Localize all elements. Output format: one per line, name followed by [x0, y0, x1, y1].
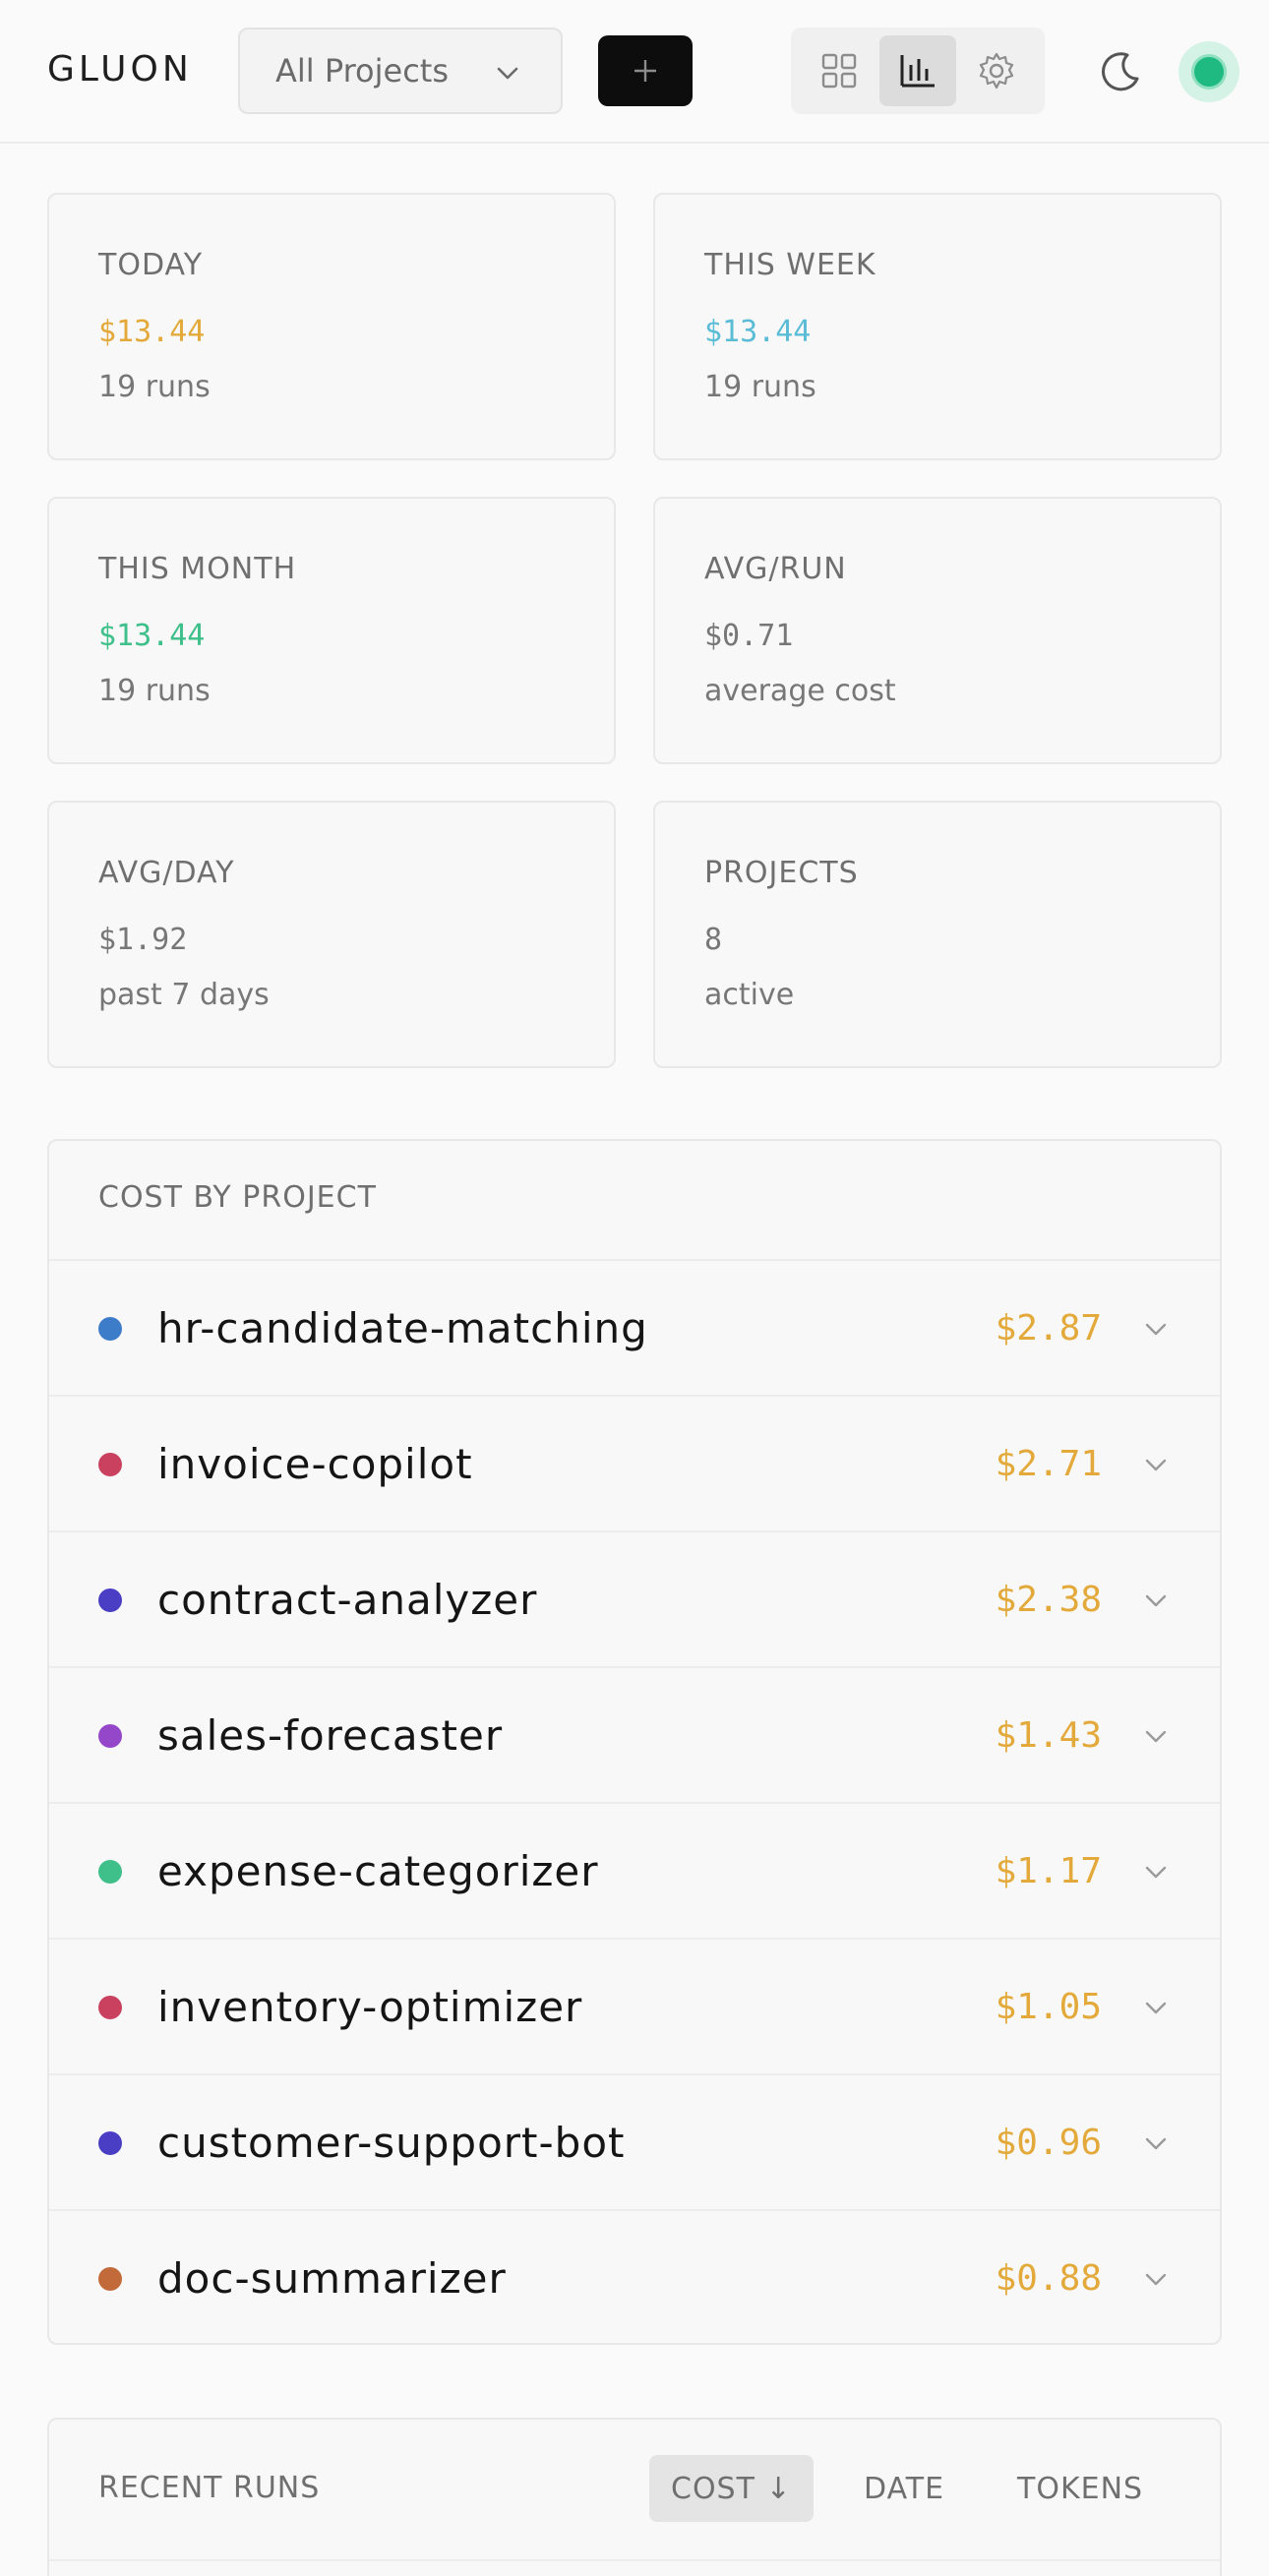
chart-view-button[interactable] [879, 35, 956, 106]
stat-label: THIS WEEK [704, 248, 876, 282]
project-name: sales-forecaster [157, 1711, 504, 1760]
grid-view-button[interactable] [801, 35, 877, 106]
project-row[interactable]: invoice-copilot $2.71 [49, 1395, 1220, 1530]
project-cost: $0.88 [995, 2258, 1102, 2299]
chevron-down-icon[interactable] [1143, 2130, 1169, 2156]
chevron-down-icon [497, 67, 518, 80]
project-cost: $2.71 [995, 1444, 1102, 1484]
panel-title: RECENT RUNS [98, 2471, 321, 2505]
stat-sub: active [704, 978, 795, 1012]
cost-by-project-panel: COST BY PROJECT hr-candidate-matching $2… [47, 1139, 1222, 2345]
project-color-dot [98, 1588, 122, 1612]
gear-icon [979, 52, 1014, 90]
chevron-down-icon[interactable] [1143, 1588, 1169, 1613]
project-cost: $0.96 [995, 2123, 1102, 2163]
view-switcher [791, 28, 1045, 114]
project-name: inventory-optimizer [157, 1983, 583, 2031]
sort-by-cost-button[interactable]: COST ↓ [649, 2455, 814, 2522]
chevron-down-icon[interactable] [1143, 1316, 1169, 1342]
project-row[interactable]: expense-categorizer $1.17 [49, 1802, 1220, 1938]
sort-by-tokens-button[interactable]: TOKENS [996, 2455, 1165, 2522]
stat-value: $1.92 [98, 923, 188, 957]
stat-value: $13.44 [98, 619, 206, 653]
stat-value: 8 [704, 923, 723, 957]
project-cost: $2.87 [995, 1308, 1102, 1348]
chevron-down-icon[interactable] [1143, 1452, 1169, 1477]
stat-value: $13.44 [98, 315, 206, 349]
theme-toggle-button[interactable] [1094, 45, 1147, 98]
stat-sub: past 7 days [98, 978, 270, 1012]
stat-sub: 19 runs [98, 674, 211, 708]
stat-sub: 19 runs [98, 370, 211, 404]
project-name: customer-support-bot [157, 2119, 626, 2167]
project-color-dot [98, 1996, 122, 2019]
project-row[interactable]: sales-forecaster $1.43 [49, 1666, 1220, 1802]
plus-icon [634, 60, 656, 82]
stat-label: PROJECTS [704, 856, 859, 890]
stat-sub: average cost [704, 674, 896, 708]
recent-runs-panel: RECENT RUNS COST ↓ DATE TOKENS [47, 2418, 1222, 2576]
project-cost: $1.17 [995, 1851, 1102, 1891]
project-name: doc-summarizer [157, 2254, 507, 2303]
add-project-button[interactable] [598, 35, 693, 106]
project-selector[interactable]: All Projects [238, 28, 563, 114]
project-name: invoice-copilot [157, 1440, 473, 1488]
project-row[interactable]: contract-analyzer $2.38 [49, 1530, 1220, 1666]
stat-card-avg-run: AVG/RUN $0.71 average cost [653, 497, 1222, 764]
project-selector-label: All Projects [275, 52, 449, 90]
project-cost: $1.05 [995, 1987, 1102, 2027]
project-cost-list: hr-candidate-matching $2.87 invoice-copi… [49, 1259, 1220, 2345]
stat-card-this-month: THIS MONTH $13.44 19 runs [47, 497, 616, 764]
project-row[interactable]: customer-support-bot $0.96 [49, 2073, 1220, 2209]
sort-by-date-button[interactable]: DATE [842, 2455, 966, 2522]
project-color-dot [98, 2267, 122, 2291]
stat-label: AVG/DAY [98, 856, 235, 890]
project-name: hr-candidate-matching [157, 1304, 648, 1352]
top-bar: GLUON All Projects [0, 0, 1269, 144]
project-color-dot [98, 2131, 122, 2155]
divider [49, 2559, 1220, 2561]
project-cost: $2.38 [995, 1580, 1102, 1620]
stat-label: AVG/RUN [704, 552, 847, 586]
connection-status-indicator [1178, 41, 1239, 102]
chevron-down-icon[interactable] [1143, 1723, 1169, 1749]
chevron-down-icon[interactable] [1143, 2266, 1169, 2292]
project-cost: $1.43 [995, 1715, 1102, 1756]
stat-value: $0.71 [704, 619, 794, 653]
app-logo: GLUON [47, 49, 193, 90]
chevron-down-icon[interactable] [1143, 1995, 1169, 2020]
project-color-dot [98, 1453, 122, 1476]
bar-chart-icon [900, 55, 935, 88]
project-row[interactable]: doc-summarizer $0.88 [49, 2209, 1220, 2345]
project-row[interactable]: inventory-optimizer $1.05 [49, 1938, 1220, 2073]
stat-card-today: TODAY $13.44 19 runs [47, 193, 616, 460]
grid-icon [821, 53, 857, 89]
project-color-dot [98, 1724, 122, 1748]
project-color-dot [98, 1860, 122, 1884]
project-name: expense-categorizer [157, 1847, 599, 1895]
stat-card-this-week: THIS WEEK $13.44 19 runs [653, 193, 1222, 460]
stat-value: $13.44 [704, 315, 812, 349]
settings-view-button[interactable] [958, 35, 1035, 106]
project-row[interactable]: hr-candidate-matching $2.87 [49, 1259, 1220, 1395]
stat-label: TODAY [98, 248, 204, 282]
stat-card-projects: PROJECTS 8 active [653, 801, 1222, 1068]
chevron-down-icon[interactable] [1143, 1859, 1169, 1885]
panel-title: COST BY PROJECT [98, 1180, 377, 1215]
stat-sub: 19 runs [704, 370, 816, 404]
project-name: contract-analyzer [157, 1576, 538, 1624]
stat-label: THIS MONTH [98, 552, 297, 586]
project-color-dot [98, 1317, 122, 1341]
stat-card-avg-day: AVG/DAY $1.92 past 7 days [47, 801, 616, 1068]
status-dot-inner [1194, 57, 1224, 87]
moon-icon [1102, 52, 1139, 91]
